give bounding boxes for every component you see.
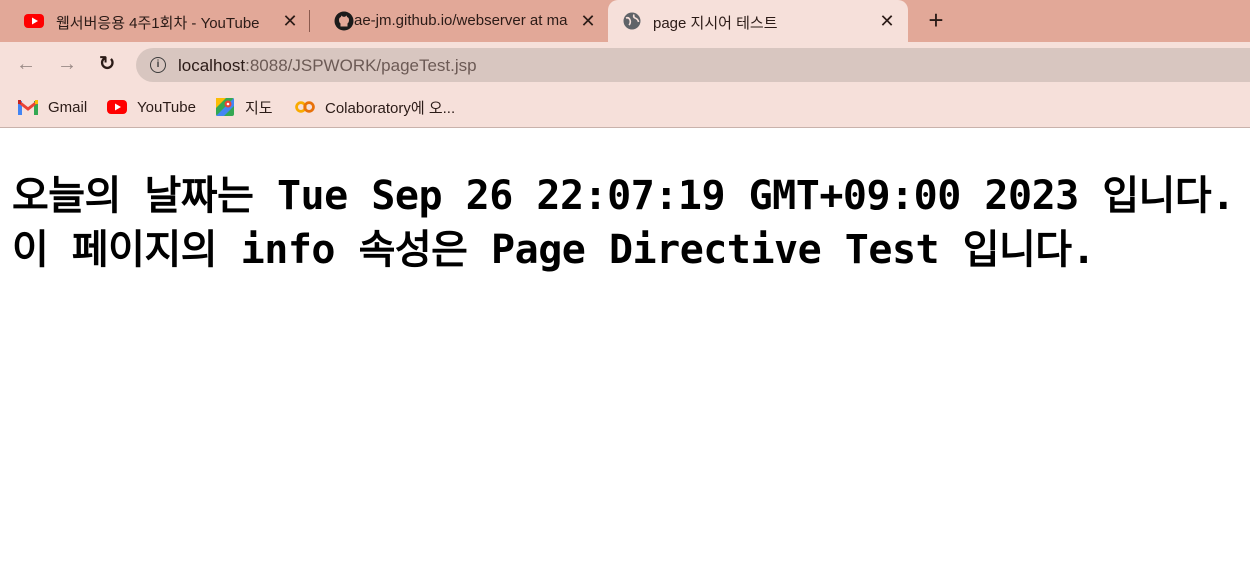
bookmark-label: YouTube bbox=[137, 98, 196, 116]
url-host: localhost bbox=[178, 56, 246, 75]
bookmark-label: 지도 bbox=[245, 99, 273, 117]
tab-page-test[interactable]: page 지시어 테스트 ✕ bbox=[608, 0, 908, 42]
back-button[interactable]: ← bbox=[14, 52, 38, 76]
info-message: 이 페이지의 info 속성은 Page Directive Test 입니다. bbox=[12, 227, 1096, 273]
bookmark-gmail[interactable]: Gmail bbox=[18, 96, 87, 118]
reload-button[interactable]: ↻ bbox=[95, 52, 119, 76]
tab-title: 웹서버응용 4주1회차 - YouTube bbox=[56, 15, 260, 32]
tab-strip: 웹서버응용 4주1회차 - YouTube ✕ ae-jm.github.io/… bbox=[0, 0, 1250, 42]
bookmark-label: Colaboratory에 오... bbox=[325, 99, 456, 117]
youtube-icon bbox=[107, 98, 127, 116]
url-text: localhost:8088/JSPWORK/pageTest.jsp bbox=[178, 56, 477, 76]
address-bar[interactable]: i localhost:8088/JSPWORK/pageTest.jsp bbox=[136, 48, 1250, 82]
browser-toolbar: ← → ↻ i localhost:8088/JSPWORK/pageTest.… bbox=[0, 42, 1250, 86]
forward-button[interactable]: → bbox=[55, 52, 79, 76]
github-icon bbox=[334, 11, 354, 31]
globe-icon bbox=[622, 11, 642, 31]
tab-youtube[interactable]: 웹서버응용 4주1회차 - YouTube ✕ bbox=[0, 0, 308, 42]
tab-github[interactable]: ae-jm.github.io/webserver at ma ✕ bbox=[310, 0, 608, 42]
close-icon[interactable]: ✕ bbox=[280, 11, 300, 31]
url-path: :8088/JSPWORK/pageTest.jsp bbox=[245, 56, 477, 75]
tab-title: ae-jm.github.io/webserver at ma bbox=[354, 12, 568, 29]
page-content: 오늘의 날짜는 Tue Sep 26 22:07:19 GMT+09:00 20… bbox=[0, 129, 1250, 576]
bookmarks-bar: Gmail YouTube 지도 Colaboratory에 오... bbox=[0, 86, 1250, 128]
colab-icon bbox=[295, 98, 315, 116]
bookmark-label: Gmail bbox=[48, 98, 88, 116]
new-tab-button[interactable]: + bbox=[924, 7, 948, 33]
date-message: 오늘의 날짜는 Tue Sep 26 22:07:19 GMT+09:00 20… bbox=[12, 173, 1235, 219]
bookmark-maps[interactable]: 지도 bbox=[215, 96, 273, 118]
maps-icon bbox=[215, 98, 235, 116]
close-icon[interactable]: ✕ bbox=[877, 11, 897, 31]
bookmark-colab[interactable]: Colaboratory에 오... bbox=[295, 96, 455, 118]
info-icon[interactable]: i bbox=[150, 57, 166, 73]
close-icon[interactable]: ✕ bbox=[578, 11, 598, 31]
bookmark-youtube[interactable]: YouTube bbox=[107, 96, 196, 118]
youtube-icon bbox=[24, 11, 44, 31]
tab-title: page 지시어 테스트 bbox=[653, 15, 778, 32]
gmail-icon bbox=[18, 98, 38, 116]
